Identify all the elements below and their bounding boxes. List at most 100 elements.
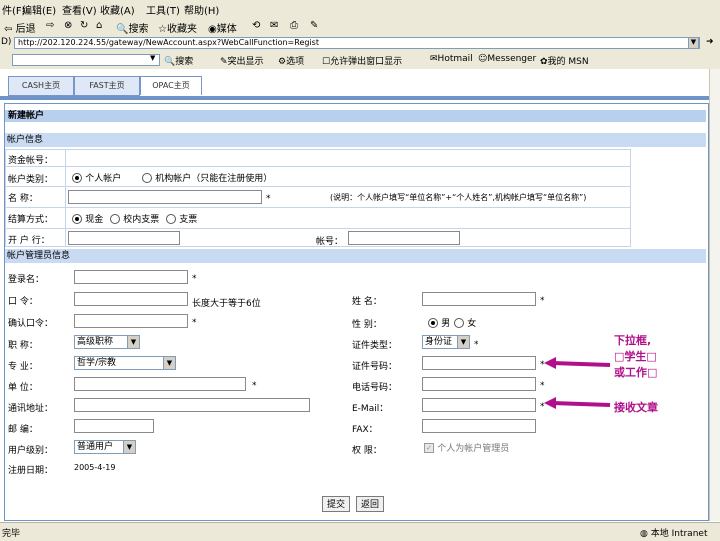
submit-button[interactable]: 提交 bbox=[322, 496, 350, 512]
msn-link[interactable]: ✿我的 MSN bbox=[540, 54, 589, 67]
major-label: 专 业： bbox=[8, 362, 38, 372]
menu-bar: 件(F) 编辑(E) 查看(V) 收藏(A) 工具(T) 帮助(H) bbox=[0, 0, 720, 18]
address-bar: D) http://202.120.224.55/gateway/NewAcco… bbox=[0, 36, 720, 52]
home-icon[interactable]: ⌂ bbox=[96, 20, 102, 31]
account-type-personal[interactable]: 个人帐户 bbox=[72, 171, 121, 184]
permission-label: 权 限： bbox=[352, 446, 382, 456]
register-date-label: 注册日期： bbox=[8, 466, 54, 476]
tabs-row: CASH主页 FAST主页 OPAC主页 bbox=[0, 69, 720, 96]
id-no-input[interactable] bbox=[422, 356, 536, 370]
status-text: 完毕 bbox=[2, 529, 21, 539]
account-no-input[interactable] bbox=[348, 231, 460, 245]
gender-label: 性 别： bbox=[352, 320, 382, 330]
dropdown-arrow-icon: ▼ bbox=[127, 336, 139, 348]
media-button[interactable]: ◉媒体 bbox=[208, 20, 237, 35]
row-divider bbox=[5, 186, 631, 187]
tab-fast[interactable]: FAST主页 bbox=[74, 76, 140, 96]
highlight-button[interactable]: ✎突出显示 bbox=[220, 54, 264, 67]
links-bar: ▼ 🔍搜索 ✎突出显示 ⚙选项 ☐允许弹出窗口显示 ✉Hotmail ☺Mess… bbox=[0, 51, 720, 70]
pay-campus-check[interactable]: 校内支票 bbox=[110, 212, 159, 225]
user-level-select[interactable]: 普通用户 ▼ bbox=[74, 440, 136, 454]
favorites-button[interactable]: ☆收藏夹 bbox=[158, 20, 197, 35]
annotation-fill-note: 接收文章 bbox=[614, 401, 658, 414]
fax-label: FAX： bbox=[352, 425, 378, 435]
back-button[interactable]: ⇦ 后退 bbox=[4, 20, 36, 35]
phone-label: 电话号码： bbox=[352, 383, 398, 393]
mail-address-input[interactable] bbox=[74, 398, 310, 412]
id-type-select[interactable]: 身份证 ▼ bbox=[422, 335, 470, 349]
print-icon[interactable]: ⎙ bbox=[290, 20, 298, 31]
links-dropdown-icon[interactable]: ▼ bbox=[150, 54, 155, 62]
pay-check[interactable]: 支票 bbox=[166, 212, 197, 225]
mail-icon[interactable]: ✉ bbox=[270, 20, 278, 31]
surname-input[interactable] bbox=[422, 292, 536, 306]
annotation-select-note: 下拉框, □学生□ 或工作□ bbox=[614, 334, 658, 379]
name-note: (说明：个人帐户填写“单位名称”+“个人姓名”,机构帐户填写“单位名称”) bbox=[330, 193, 587, 202]
radio-icon bbox=[110, 214, 120, 224]
address-dropdown-icon[interactable]: ▼ bbox=[688, 37, 699, 49]
account-type-org[interactable]: 机构帐户（只能在注册使用） bbox=[142, 171, 272, 184]
tab-cash[interactable]: CASH主页 bbox=[8, 76, 74, 96]
password-hint: 长度大于等于6位 bbox=[192, 299, 261, 309]
user-level-label: 用户级别： bbox=[8, 446, 54, 456]
return-button[interactable]: 返回 bbox=[356, 496, 384, 512]
options-button[interactable]: ⚙选项 bbox=[278, 54, 304, 67]
dropdown-arrow-icon: ▼ bbox=[123, 441, 135, 453]
go-icon[interactable]: ➜ bbox=[706, 37, 714, 47]
email-input[interactable] bbox=[422, 398, 536, 412]
name-input[interactable] bbox=[68, 190, 262, 204]
account-type-label: 帐户类别： bbox=[8, 175, 54, 185]
account-no-label: 帐号： bbox=[316, 237, 344, 247]
history-icon[interactable]: ⟲ bbox=[252, 20, 260, 31]
stop-icon[interactable]: ⊗ bbox=[64, 20, 72, 31]
page-title: 新建帐户 bbox=[5, 110, 706, 122]
pay-cash[interactable]: 现金 bbox=[72, 212, 103, 225]
menu-edit[interactable]: 编辑(E) bbox=[22, 2, 56, 17]
zip-input[interactable] bbox=[74, 419, 154, 433]
messenger-link[interactable]: ☺Messenger bbox=[478, 54, 536, 64]
phone-input[interactable] bbox=[422, 377, 536, 391]
required-mark: * bbox=[540, 296, 545, 306]
links-search-input[interactable] bbox=[12, 54, 160, 66]
forward-icon[interactable]: ⇨ bbox=[46, 20, 54, 31]
login-input[interactable] bbox=[74, 270, 188, 284]
checkbox-icon: ✓ bbox=[424, 443, 434, 453]
confirm-password-input[interactable] bbox=[74, 314, 188, 328]
menu-help[interactable]: 帮助(H) bbox=[184, 2, 219, 17]
edit-icon[interactable]: ✎ bbox=[310, 20, 318, 31]
hotmail-link[interactable]: ✉Hotmail bbox=[430, 54, 473, 64]
status-bar: 完毕 ◍ 本地 Intranet bbox=[0, 522, 720, 541]
gender-male[interactable]: 男 bbox=[428, 316, 450, 329]
fund-no-label: 资金帐号： bbox=[8, 156, 54, 166]
admin-permission-checkbox[interactable]: ✓ 个人为帐户管理员 bbox=[424, 441, 509, 454]
search-button[interactable]: 🔍搜索 bbox=[116, 20, 148, 35]
links-search-button[interactable]: 🔍搜索 bbox=[164, 54, 193, 67]
name-label: 名 称： bbox=[8, 194, 38, 204]
address-input[interactable]: http://202.120.224.55/gateway/NewAccount… bbox=[14, 37, 700, 49]
row-divider bbox=[5, 228, 631, 229]
arrow-head-icon bbox=[544, 397, 556, 409]
unit-input[interactable] bbox=[74, 377, 246, 391]
menu-view[interactable]: 查看(V) bbox=[62, 2, 97, 17]
password-input[interactable] bbox=[74, 292, 188, 306]
annotation-arrows bbox=[544, 357, 611, 409]
bank-input[interactable] bbox=[68, 231, 180, 245]
confirm-password-label: 确认口令： bbox=[8, 319, 54, 329]
unit-label: 单 位： bbox=[8, 383, 38, 393]
tab-opac[interactable]: OPAC主页 bbox=[140, 76, 202, 95]
gender-female[interactable]: 女 bbox=[454, 316, 476, 329]
allow-popup-button[interactable]: ☐允许弹出窗口显示 bbox=[322, 54, 402, 67]
major-select[interactable]: 哲学/宗教 ▼ bbox=[74, 356, 176, 370]
radio-icon bbox=[428, 318, 438, 328]
login-label: 登录名： bbox=[8, 275, 45, 285]
fax-input[interactable] bbox=[422, 419, 536, 433]
refresh-icon[interactable]: ↻ bbox=[80, 20, 88, 31]
required-mark: * bbox=[192, 274, 197, 284]
title-label: 职 称： bbox=[8, 341, 38, 351]
menu-favorites[interactable]: 收藏(A) bbox=[100, 2, 135, 17]
dropdown-arrow-icon: ▼ bbox=[457, 336, 469, 348]
menu-tools[interactable]: 工具(T) bbox=[146, 2, 180, 17]
scrollbar[interactable] bbox=[709, 69, 720, 521]
title-select[interactable]: 高级职称 ▼ bbox=[74, 335, 140, 349]
dropdown-arrow-icon: ▼ bbox=[163, 357, 175, 369]
